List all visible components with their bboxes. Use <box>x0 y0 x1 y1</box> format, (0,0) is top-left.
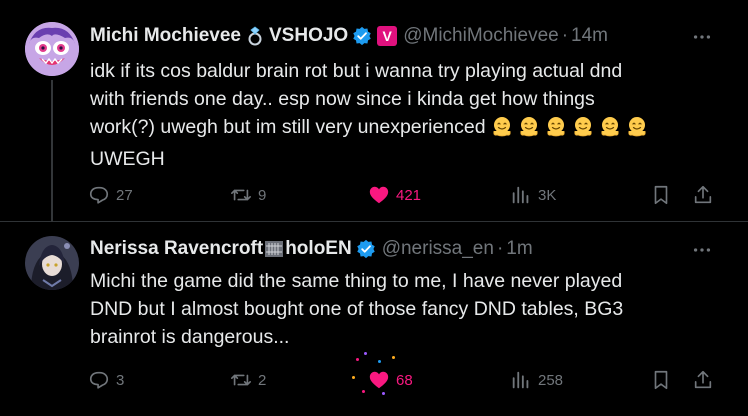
retweet-count: 9 <box>258 186 267 204</box>
smiling-face-icon <box>493 117 511 137</box>
ring-icon <box>245 26 265 46</box>
like-button[interactable]: 68 <box>352 352 413 395</box>
like-sparkle <box>382 392 385 395</box>
bookmark-icon <box>654 185 668 205</box>
verified-icon[interactable] <box>352 26 372 46</box>
like-sparkle <box>392 356 395 359</box>
retweet-icon <box>231 189 251 201</box>
tweet-header: Nerissa Ravencroft holoEN @nerissa_en · … <box>90 237 533 261</box>
tweet-text-line: UWEGH <box>90 148 165 170</box>
tweet-header: Michi Mochievee VSHOJO V @MichiMochievee… <box>90 24 608 48</box>
like-count: 68 <box>396 371 413 389</box>
smiling-face-icon <box>628 117 646 137</box>
bookmark-button[interactable] <box>650 181 672 209</box>
emoji-row <box>491 115 653 145</box>
tweet-text: idk if its cos baldur brain rot but i wa… <box>90 57 720 173</box>
more-icon[interactable] <box>690 238 714 262</box>
smiling-face-icon <box>601 117 619 137</box>
retweet-icon <box>231 374 251 386</box>
handle[interactable]: @nerissa_en <box>382 238 494 260</box>
like-count: 421 <box>396 186 422 204</box>
tweet-text-line: brainrot is dangerous... <box>90 326 290 348</box>
tweet-text-line: work(?) uwegh but im still very unexperi… <box>90 116 486 138</box>
verified-icon[interactable] <box>356 239 376 259</box>
share-icon <box>694 370 712 389</box>
org-tag[interactable]: holoEN <box>285 238 352 260</box>
views-count: 258 <box>538 371 564 389</box>
like-sparkle <box>352 376 355 379</box>
tweet-text-line-with-emoji: work(?) uwegh but im still very unexperi… <box>90 113 720 145</box>
timestamp[interactable]: 1m <box>506 238 532 260</box>
avatar-michi[interactable] <box>25 22 79 76</box>
like-button[interactable]: 421 <box>368 181 421 209</box>
views-count: 3K <box>538 186 557 204</box>
more-icon[interactable] <box>690 25 714 49</box>
like-sparkle <box>378 360 381 363</box>
views-button[interactable]: 3K <box>510 181 556 209</box>
action-bar: 3 2 68 258 <box>88 352 718 395</box>
reply-icon <box>89 186 109 204</box>
reply-count: 3 <box>116 371 125 389</box>
display-name[interactable]: Michi Mochievee <box>90 25 241 47</box>
tweet-nerissa[interactable]: Nerissa Ravencroft holoEN @nerissa_en · … <box>0 222 748 416</box>
views-icon <box>512 186 529 204</box>
tweet-text: Michi the game did the same thing to me,… <box>90 267 720 351</box>
smiling-face-icon <box>547 117 565 137</box>
share-icon <box>694 185 712 204</box>
reply-icon <box>89 371 109 389</box>
bars-icon <box>264 239 284 259</box>
views-icon <box>512 371 529 389</box>
tweet-text-line: with friends one day.. esp now since i k… <box>90 88 595 110</box>
affiliate-badge[interactable]: V <box>377 26 398 46</box>
smiling-face-icon <box>574 117 592 137</box>
like-sparkle <box>356 358 359 361</box>
heart-icon <box>369 371 389 389</box>
retweet-count: 2 <box>258 371 267 389</box>
org-tag[interactable]: VSHOJO <box>269 25 348 47</box>
separator-dot: · <box>561 25 569 46</box>
separator-dot: · <box>496 238 504 259</box>
action-bar: 27 9 421 3K <box>88 181 718 209</box>
share-button[interactable] <box>692 366 714 394</box>
tweet-michi[interactable]: Michi Mochievee VSHOJO V @MichiMochievee… <box>0 0 748 222</box>
like-sparkle <box>364 352 367 355</box>
handle[interactable]: @MichiMochievee <box>403 25 559 47</box>
reply-count: 27 <box>116 186 133 204</box>
avatar-nerissa[interactable] <box>25 236 79 290</box>
reply-button[interactable]: 27 <box>88 181 133 209</box>
like-sparkle <box>362 390 365 393</box>
smiling-face-icon <box>520 117 538 137</box>
timestamp[interactable]: 14m <box>571 25 608 47</box>
share-button[interactable] <box>692 181 714 209</box>
tweet-text-line: DND but I almost bought one of those fan… <box>90 298 624 320</box>
retweet-button[interactable]: 2 <box>230 366 266 394</box>
bookmark-icon <box>654 370 668 390</box>
heart-icon <box>369 186 389 204</box>
retweet-button[interactable]: 9 <box>230 181 266 209</box>
tweet-text-line: Michi the game did the same thing to me,… <box>90 270 623 292</box>
views-button[interactable]: 258 <box>510 366 563 394</box>
thread-line <box>51 80 53 222</box>
display-name[interactable]: Nerissa Ravencroft <box>90 238 263 260</box>
tweet-text-line: idk if its cos baldur brain rot but i wa… <box>90 60 623 82</box>
reply-button[interactable]: 3 <box>88 366 124 394</box>
bookmark-button[interactable] <box>650 366 672 394</box>
